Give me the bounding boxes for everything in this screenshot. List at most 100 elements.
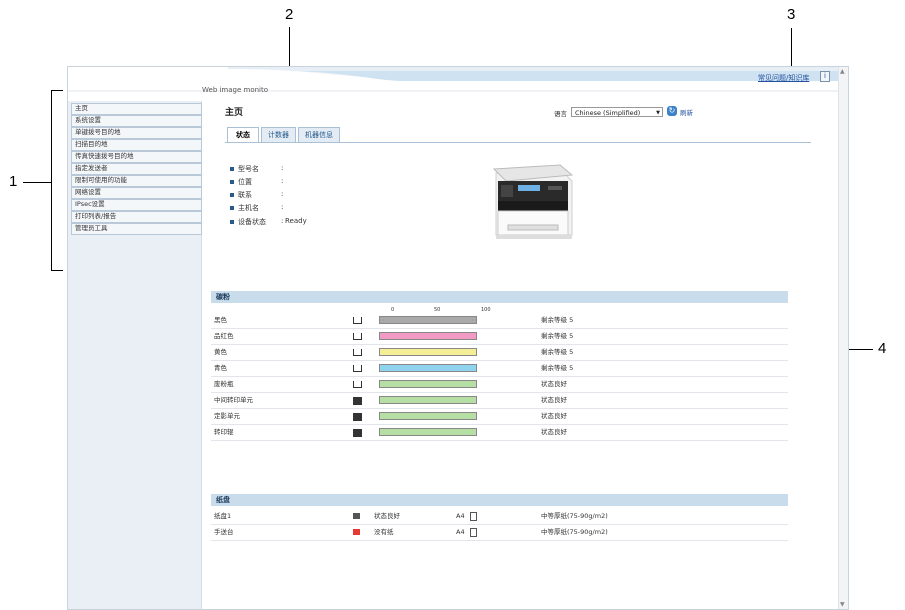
toner-row-name: 黄色 [214,348,227,356]
vertical-scrollbar[interactable]: ▲ ▼ [838,67,848,609]
toner-row: 黄色 剩余等级 5 [211,345,788,361]
toner-row-status: 状态良好 [541,396,567,404]
toner-row-status: 状态良好 [541,380,567,388]
refresh-button[interactable]: ↻ [667,106,677,116]
sidebar-item-restrict-functions[interactable]: 限制可使用的功能 [71,175,202,187]
callout-2: 2 [285,6,294,23]
paper-row-size: A4 [456,528,465,536]
toner-row-name: 青色 [214,364,227,372]
language-select[interactable]: Chinese (Simplified) ▼ [571,107,663,117]
banner-wave [68,67,838,101]
callout-4: 4 [878,340,887,357]
toner-level-fill [380,381,476,387]
info-contact: 联系: [230,190,283,200]
toner-level-bar [379,332,477,340]
toner-level-fill [380,333,476,339]
toner-section-header: 碳粉 [211,291,788,303]
toner-row-name: 中间转印单元 [214,396,253,404]
info-sep: : [281,164,284,172]
sidebar-item-network-settings[interactable]: 网络设置 [71,187,202,199]
bullet-icon [230,167,234,171]
info-sep: : [281,177,284,185]
toner-row-status: 状态良好 [541,428,567,436]
sidebar-item-speed-dial[interactable]: 单键拨号目的地 [71,127,202,139]
toner-level-bar [379,380,477,388]
tab-machine-info[interactable]: 机器信息 [298,127,340,143]
paper-size-icon [470,512,477,521]
toner-row: 青色 剩余等级 5 [211,361,788,377]
toner-row-name: 黑色 [214,316,227,324]
sidebar-item-sender[interactable]: 指定发送者 [71,163,202,175]
toner-row-status: 剩余等级 5 [541,332,574,340]
info-sep: : [281,203,284,211]
toner-row: 中间转印单元 状态良好 [211,393,788,409]
toner-level-bar [379,396,477,404]
toner-level-bar [379,316,477,324]
bullet-icon [230,206,234,210]
toner-row-name: 废粉瓶 [214,380,234,388]
callout-4-line [845,349,873,350]
tray-empty-icon [353,529,360,535]
toner-row-name: 转印辊 [214,428,234,436]
toner-icon [353,317,362,324]
toner-level-bar [379,348,477,356]
sidebar-item-fax-quick-dial[interactable]: 传真快速拨号目的地 [71,151,202,163]
toner-level-fill [380,397,476,403]
sidebar-item-ipsec[interactable]: IPsec设置 [71,199,202,211]
paper-section-header: 纸盘 [211,494,788,506]
unit-icon [353,397,362,405]
toner-level-bar [379,364,477,372]
sidebar-item-home[interactable]: 主页 [71,103,202,115]
toner-row-name: 品红色 [214,332,234,340]
paper-row-name: 纸盘1 [214,512,232,520]
header-banner: Web image monito 常见问题/知识库 i [68,67,838,101]
info-label: 位置 [238,178,252,186]
callout-1-line [23,182,51,183]
toner-row-status: 状态良好 [541,412,567,420]
paper-row-status: 没有纸 [374,528,394,536]
sidebar-item-print-list[interactable]: 打印列表/报告 [71,211,202,223]
paper-row-size: A4 [456,512,465,520]
info-location: 位置: [230,177,283,187]
language-label: 语言 [554,110,567,118]
toner-level-bar [379,412,477,420]
toner-icon [353,333,362,340]
info-sep: : [281,217,284,225]
sidebar-item-system-settings[interactable]: 系统设置 [71,115,202,127]
paper-row-type: 中等厚纸(75-90g/m2) [541,512,608,520]
help-link[interactable]: 常见问题/知识库 [758,73,809,83]
tab-underline [225,142,811,143]
tab-status[interactable]: 状态 [227,127,259,143]
info-label: 主机名 [238,204,259,212]
callout-1-bracket [51,90,52,271]
chevron-down-icon: ▼ [656,110,660,116]
callout-1: 1 [9,173,18,190]
main-content: 主页 语言 Chinese (Simplified) ▼ ↻ 刷新 状态 计数器… [202,101,838,609]
bullet-icon [230,193,234,197]
unit-icon [353,413,362,421]
toner-row: 品红色 剩余等级 5 [211,329,788,345]
toner-icon [353,365,362,372]
toner-level-fill [380,349,476,355]
waste-toner-icon [353,381,362,388]
info-icon[interactable]: i [820,71,830,82]
info-label: 设备状态 [238,218,266,226]
refresh-label[interactable]: 刷新 [680,107,693,117]
callout-3: 3 [787,6,796,23]
sidebar-item-scan-destination[interactable]: 扫描目的地 [71,139,202,151]
paper-row: 手送台 没有纸 A4 中等厚纸(75-90g/m2) [211,525,788,541]
device-status-value: Ready [285,217,307,225]
sidebar-item-admin-tools[interactable]: 管理员工具 [71,223,202,235]
scroll-down-icon[interactable]: ▼ [840,601,845,608]
paper-row-status: 状态良好 [374,512,400,520]
scroll-up-icon[interactable]: ▲ [840,68,845,75]
toner-row-status: 剩余等级 5 [541,348,574,356]
toner-row: 黑色 剩余等级 5 [211,313,788,329]
paper-row-name: 手送台 [214,528,234,536]
tab-counter[interactable]: 计数器 [261,127,296,143]
toner-level-fill [380,317,476,323]
callout-1-bracket-top [51,90,63,91]
printer-image [486,151,578,256]
toner-level-fill [380,365,476,371]
unit-icon [353,429,362,437]
